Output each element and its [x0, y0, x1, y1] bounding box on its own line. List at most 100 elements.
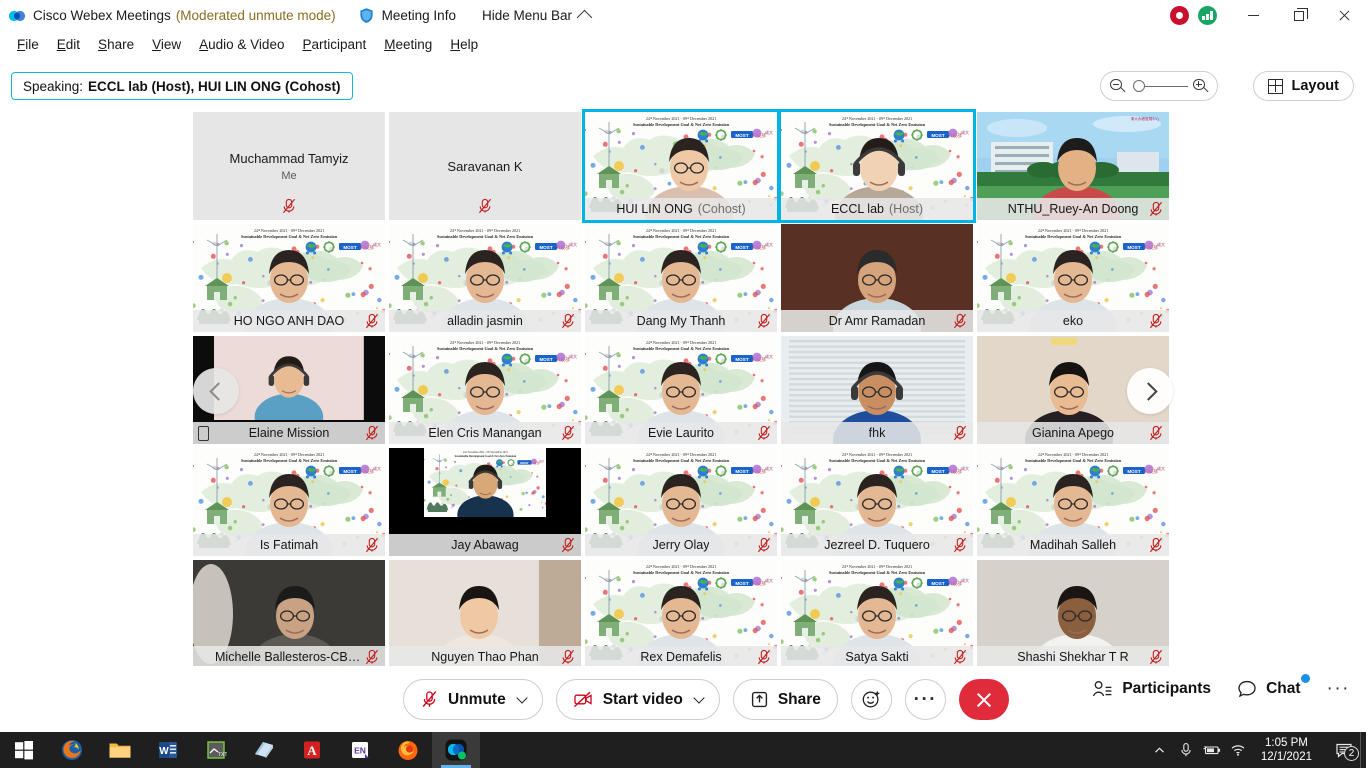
menu-file[interactable]: File [8, 35, 48, 54]
participants-icon [1093, 681, 1112, 697]
microphone-icon[interactable] [1173, 732, 1199, 768]
file-explorer-icon[interactable] [96, 732, 144, 768]
notification-count: 2 [1344, 746, 1359, 761]
participant-tile[interactable]: 清大永續發展中心 NTHU_Ruey-An Doong [977, 112, 1169, 220]
mic-muted-icon [365, 649, 379, 665]
participant-name-bar: HUI LIN ONG (Cohost) [585, 198, 777, 220]
zoom-out-icon[interactable] [1110, 78, 1125, 94]
share-button[interactable]: Share [732, 679, 838, 720]
meeting-control-bar: Unmute Start video Share ··· Participant… [0, 666, 1366, 732]
participant-tile[interactable]: 24ᵗʰ November 2021 - 09ᵗʰ December 2021 … [781, 560, 973, 668]
wifi-icon[interactable] [1225, 732, 1251, 768]
firefox-old-icon[interactable] [48, 732, 96, 768]
text-editor-icon[interactable]: TXT [192, 732, 240, 768]
chevron-down-icon[interactable] [693, 691, 705, 704]
menu-edit[interactable]: Edit [48, 35, 89, 54]
participant-name: Jerry Olay [652, 538, 710, 552]
adobe-acrobat-icon[interactable]: A [288, 732, 336, 768]
firefox-icon[interactable] [384, 732, 432, 768]
webex-icon[interactable] [432, 732, 480, 768]
participant-name: Madihah Salleh [1029, 538, 1117, 552]
menu-meeting[interactable]: Meeting [375, 35, 441, 54]
record-indicator-icon[interactable] [1170, 6, 1189, 25]
layout-button[interactable]: Layout [1253, 71, 1354, 101]
participant-tile[interactable]: Dr Amr Ramadan [781, 224, 973, 332]
mic-muted-icon [365, 537, 379, 553]
participant-name-bar: Rex Demafelis [585, 646, 777, 668]
svg-text:EN: EN [354, 746, 366, 756]
reactions-button[interactable] [850, 679, 892, 720]
next-page-arrow[interactable] [1127, 368, 1173, 414]
participant-tile[interactable]: 24ᵗʰ November 2021 - 09ᵗʰ December 2021 … [585, 224, 777, 332]
participant-name: Shashi Shekhar T R [1017, 650, 1129, 664]
mic-muted-icon [561, 537, 575, 553]
restore-button[interactable] [1276, 0, 1321, 31]
zoom-in-icon[interactable] [1193, 78, 1208, 94]
show-hidden-icons[interactable] [1147, 732, 1173, 768]
participant-name: Michelle Ballesteros-CBSUA... [215, 650, 363, 664]
participant-tile[interactable]: 24ᵗʰ November 2021 - 09ᵗʰ December 2021 … [193, 224, 385, 332]
menu-help[interactable]: Help [441, 35, 487, 54]
participant-name-bar: alladin jasmin [389, 310, 581, 332]
chat-button[interactable]: Chat [1237, 674, 1310, 699]
participant-name: Elen Cris Manangan [428, 426, 542, 440]
clock[interactable]: 1:05 PM 12/1/2021 [1251, 736, 1322, 764]
minimize-button[interactable] [1231, 0, 1276, 31]
participant-name-bar: Evie Laurito [585, 422, 777, 444]
participant-tile[interactable]: 24ᵗʰ November 2021 - 09ᵗʰ December 2021 … [389, 224, 581, 332]
participants-label: Participants [1122, 680, 1212, 697]
participant-tile[interactable]: 24ᵗʰ November 2021 - 09ᵗʰ December 2021 … [977, 224, 1169, 332]
participant-role: (Host) [889, 202, 924, 216]
zoom-control[interactable] [1100, 71, 1218, 101]
participant-tile[interactable]: 24ᵗʰ November 2021 - 09ᵗʰ December 2021 … [193, 448, 385, 556]
hide-menu-bar-button[interactable]: Hide Menu Bar [482, 8, 593, 26]
mic-muted-icon [365, 313, 379, 329]
menu-view[interactable]: View [143, 35, 190, 54]
participant-tile[interactable]: 24ᵗʰ November 2021 - 09ᵗʰ December 2021 … [585, 448, 777, 556]
participant-tile[interactable]: 24ᵗʰ November 2021 - 09ᵗʰ December 2021 … [781, 448, 973, 556]
participants-button[interactable]: Participants [1092, 679, 1211, 699]
zoom-slider[interactable] [1129, 78, 1189, 94]
start-button[interactable] [0, 732, 48, 768]
taskbar-apps: W TXT A EN [0, 732, 480, 768]
more-options-right-button[interactable]: ··· [1327, 679, 1350, 698]
previous-page-arrow[interactable] [193, 368, 239, 414]
participant-tile[interactable]: 24ᵗʰ November 2021 - 09ᵗʰ December 2021 … [585, 560, 777, 668]
participant-tile[interactable]: 24ᵗʰ November 2021 - 09ᵗʰ December 2021 … [585, 336, 777, 444]
end-meeting-button[interactable] [958, 679, 1009, 720]
microsoft-word-icon[interactable]: W [144, 732, 192, 768]
participant-tile[interactable]: 24ᵗʰ November 2021 - 09ᵗʰ December 2021 … [977, 448, 1169, 556]
menu-audio-video[interactable]: Audio & Video [190, 35, 293, 54]
svg-text:W: W [159, 746, 169, 757]
participant-tile[interactable]: 24ᵗʰ November 2021 - 09ᵗʰ December 2021 … [778, 109, 976, 223]
close-button[interactable] [1321, 0, 1366, 31]
participant-tile[interactable]: Nguyen Thao Phan [389, 560, 581, 668]
participant-tile[interactable]: Saravanan K [389, 112, 581, 220]
participant-tile[interactable]: fhk [781, 336, 973, 444]
more-options-button[interactable]: ··· [904, 679, 946, 720]
participant-tile[interactable]: Michelle Ballesteros-CBSUA... [193, 560, 385, 668]
meeting-info-button[interactable]: Meeting Info [358, 7, 456, 24]
participant-tile[interactable]: Muchammad Tamyiz Me [193, 112, 385, 220]
mic-muted-icon [757, 537, 771, 553]
sticky-notes-icon[interactable] [240, 732, 288, 768]
participant-name-bar: eko [977, 310, 1169, 332]
menu-participant[interactable]: Participant [293, 35, 375, 54]
participant-name-bar: Shashi Shekhar T R [977, 646, 1169, 668]
participant-tile[interactable]: 24ᵗʰ November 2021 - 09ᵗʰ December 2021 … [389, 448, 581, 556]
participant-tile[interactable]: Shashi Shekhar T R [977, 560, 1169, 668]
participant-name-bar: Jezreel D. Tuquero [781, 534, 973, 556]
show-desktop-button[interactable] [1360, 732, 1366, 768]
battery-icon[interactable] [1199, 732, 1225, 768]
participant-name: NTHU_Ruey-An Doong [1007, 202, 1139, 216]
participant-tile[interactable]: 24ᵗʰ November 2021 - 09ᵗʰ December 2021 … [389, 336, 581, 444]
participant-name-bar: Dang My Thanh [585, 310, 777, 332]
menu-share[interactable]: Share [89, 35, 143, 54]
participant-tile[interactable]: 24ᵗʰ November 2021 - 09ᵗʰ December 2021 … [582, 109, 780, 223]
chevron-down-icon[interactable] [516, 691, 528, 704]
mic-muted-icon [282, 198, 296, 214]
unmute-button[interactable]: Unmute [403, 679, 543, 720]
start-video-button[interactable]: Start video [555, 679, 720, 720]
connection-strength-icon[interactable] [1198, 6, 1217, 25]
endnote-icon[interactable]: EN [336, 732, 384, 768]
